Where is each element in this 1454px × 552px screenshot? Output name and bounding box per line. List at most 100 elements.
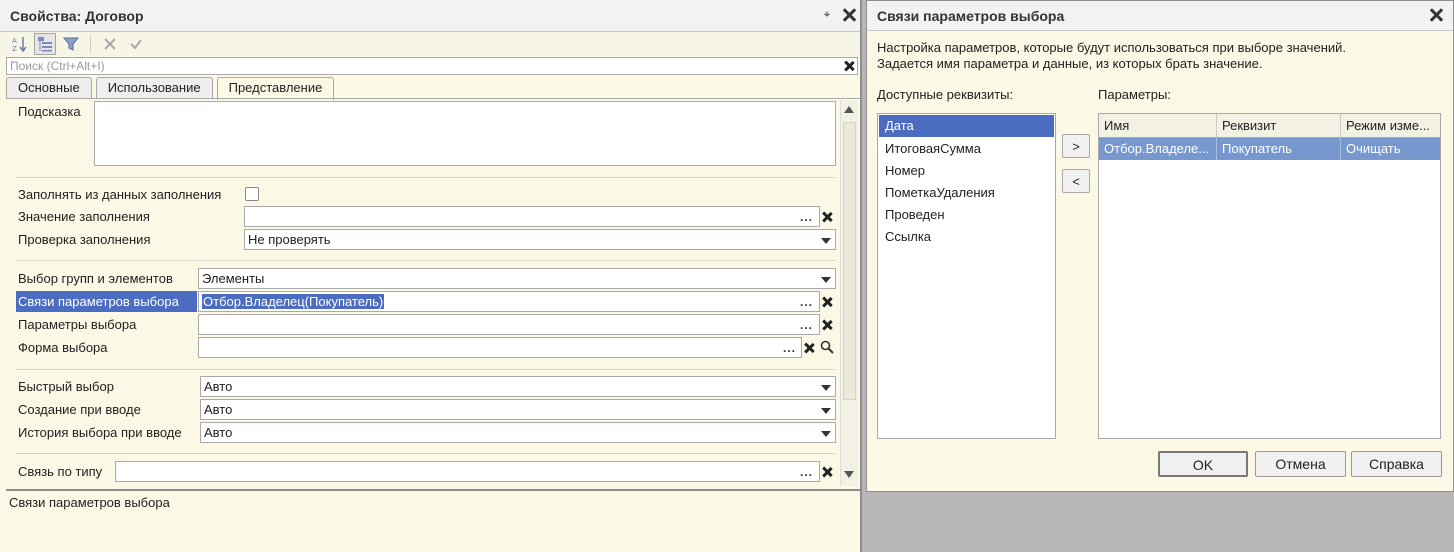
fill-value-label: Значение заполнения [18,209,150,224]
section-separator [16,177,835,178]
pin-icon[interactable]: ⌖ [820,9,834,22]
choice-params-label: Параметры выбора [18,317,137,332]
link-by-type-clear-icon[interactable] [820,465,834,482]
link-by-type-label: Связь по типу [18,464,103,479]
create-on-input-label: Создание при вводе [18,402,141,417]
list-item[interactable]: ИтоговаяСумма [878,138,1055,160]
category-view-icon[interactable] [34,33,56,55]
cancel-button[interactable]: Отмена [1255,451,1346,477]
list-item[interactable]: Проведен [878,204,1055,226]
close-icon[interactable] [1427,6,1445,24]
dialog-intro-line2: Задается имя параметра и данные, из кото… [877,56,1263,71]
sort-alpha-icon[interactable]: AZ [8,33,30,55]
param-links-field[interactable]: Отбор.Владелец(Покупатель) [198,291,820,312]
properties-window: Свойства: Договор ⌖ AZ Поиск (Ctrl+Alt+I… [0,0,862,552]
choice-form-clear-icon[interactable] [802,341,816,358]
add-param-button[interactable]: > [1062,134,1090,158]
tab-usage[interactable]: Использование [95,77,213,99]
hint-label: Подсказка [18,104,81,119]
filter-icon[interactable] [60,33,82,55]
scroll-up-icon[interactable] [844,106,854,113]
group-selection-dropdown[interactable]: Элементы [198,268,836,289]
section-separator [16,260,835,261]
param-links-value: Отбор.Владелец(Покупатель) [202,294,385,309]
list-item[interactable]: Дата [879,115,1054,137]
history-on-input-label: История выбора при вводе [18,425,182,440]
chevron-down-icon[interactable] [821,277,831,283]
choice-form-label: Форма выбора [18,340,108,355]
search-placeholder: Поиск (Ctrl+Alt+I) [10,59,105,73]
quick-choice-dropdown[interactable]: Авто [200,376,836,397]
parameters-label: Параметры: [1098,87,1171,102]
column-header-attribute[interactable]: Реквизит [1217,114,1341,137]
chevron-down-icon[interactable] [821,238,831,244]
link-by-type-field[interactable] [115,461,820,482]
parameters-grid[interactable]: Имя Реквизит Режим изме... Отбор.Владеле… [1098,113,1441,439]
window-title: Свойства: Договор [10,7,144,24]
dialog-title: Связи параметров выбора [877,7,1065,24]
param-links-clear-icon[interactable] [820,295,834,312]
svg-text:Z: Z [12,45,17,53]
scrollbar-thumb[interactable] [843,122,856,400]
choice-form-field[interactable] [198,337,802,358]
fill-check-label: Проверка заполнения [18,232,151,247]
ok-button[interactable]: OK [1158,451,1248,477]
fill-value-select-icon[interactable]: ... [800,210,813,224]
list-item[interactable]: ПометкаУдаления [878,182,1055,204]
list-item[interactable]: Ссылка [878,226,1055,248]
properties-titlebar: Свойства: Договор [0,0,860,32]
table-cell[interactable]: Отбор.Владеле... [1099,138,1217,160]
choice-form-select-icon[interactable]: ... [783,341,796,355]
choice-params-select-icon[interactable]: ... [800,318,813,332]
available-attributes-list[interactable]: Дата ИтоговаяСумма Номер ПометкаУдаления… [877,113,1056,439]
param-links-dialog: Связи параметров выбора Настройка параме… [866,0,1454,492]
fill-from-data-checkbox[interactable] [245,187,259,201]
chevron-down-icon[interactable] [821,385,831,391]
fill-check-dropdown[interactable]: Не проверять [244,229,836,250]
section-separator [16,453,835,454]
svg-text:A: A [12,37,17,45]
chevron-down-icon[interactable] [821,408,831,414]
column-header-mode[interactable]: Режим изме... [1341,114,1440,137]
search-clear-icon[interactable] [841,58,857,74]
help-button[interactable]: Справка [1351,451,1442,477]
remove-param-button[interactable]: < [1062,169,1090,193]
fill-value-clear-icon[interactable] [820,210,834,227]
create-on-input-dropdown[interactable]: Авто [200,399,836,420]
property-description: Связи параметров выбора [6,489,860,552]
hint-textarea[interactable] [94,101,836,166]
choice-params-field[interactable] [198,314,820,335]
link-by-type-select-icon[interactable]: ... [800,465,813,479]
search-input[interactable]: Поиск (Ctrl+Alt+I) [6,57,858,75]
choice-form-open-icon[interactable] [820,340,834,357]
tab-presentation[interactable]: Представление [216,77,335,100]
param-links-label: Связи параметров выбора [16,291,197,312]
tab-divider [6,98,860,99]
param-links-select-icon[interactable]: ... [800,295,813,309]
dialog-title-controls [1427,6,1445,24]
chevron-down-icon[interactable] [821,431,831,437]
tab-main[interactable]: Основные [6,77,92,99]
fill-value-field[interactable] [244,206,820,227]
table-cell[interactable]: Покупатель [1217,138,1341,160]
section-separator [16,369,835,370]
cancel-icon[interactable] [99,33,121,55]
dialog-titlebar: Связи параметров выбора [867,1,1453,31]
group-selection-label: Выбор групп и элементов [18,271,173,286]
title-controls: ⌖ [820,6,858,24]
table-row[interactable]: Отбор.Владеле... Покупатель Очищать [1099,138,1440,160]
quick-choice-label: Быстрый выбор [18,379,114,394]
toolbar-separator [90,35,91,53]
scroll-down-icon[interactable] [844,471,854,478]
dialog-intro-line1: Настройка параметров, которые будут испо… [877,40,1347,55]
toolbar: AZ [0,32,860,56]
fill-from-data-label: Заполнять из данных заполнения [18,187,222,202]
grid-header: Имя Реквизит Режим изме... [1099,114,1440,138]
choice-params-clear-icon[interactable] [820,318,834,335]
column-header-name[interactable]: Имя [1099,114,1217,137]
apply-check-icon[interactable] [125,33,147,55]
table-cell[interactable]: Очищать [1341,138,1440,160]
close-icon[interactable] [840,6,858,24]
history-on-input-dropdown[interactable]: Авто [200,422,836,443]
list-item[interactable]: Номер [878,160,1055,182]
